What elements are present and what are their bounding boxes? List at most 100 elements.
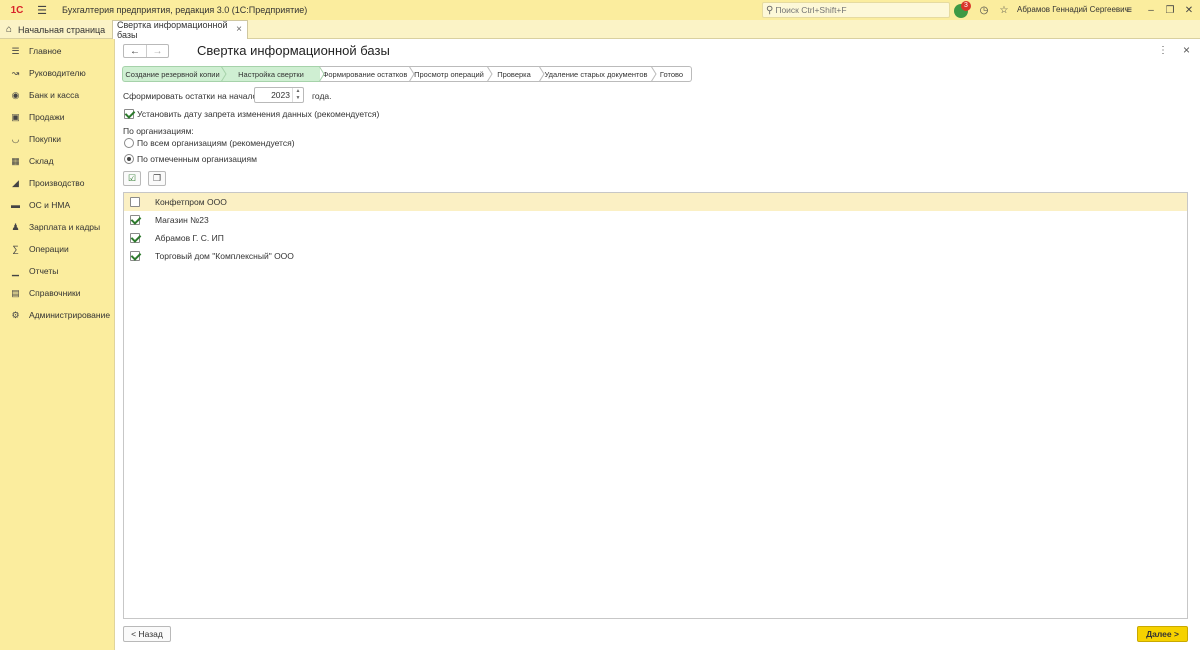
sidebar-item-bank[interactable]: ◉ Банк и касса [0,86,115,104]
factory-icon: ◢ [12,177,19,188]
org-name: Конфетпром ООО [155,197,227,207]
year-suffix: года. [312,91,332,101]
orgs-label: По организациям: [123,126,194,136]
chart-line-icon: ↝ [11,67,20,78]
logo-text: 1С [10,4,24,16]
tab-home[interactable]: ⌂ Начальная страница [0,20,112,39]
org-name: Магазин №23 [155,215,209,225]
sidebar-item-label: Главное [29,46,62,56]
book-icon: ▤ [11,287,20,298]
tab-fold-database[interactable]: Свертка информационной базы × [112,20,248,40]
search-box[interactable]: ⚲ [762,2,950,18]
balances-label: Сформировать остатки на начало [123,91,258,101]
org-checkbox[interactable] [130,251,140,261]
sidebar-item-label: ОС и НМА [29,200,71,210]
org-checkbox[interactable] [130,197,140,207]
gear-icon: ⚙ [11,309,20,320]
form-close-icon[interactable]: × [1183,43,1190,57]
check-all-button[interactable]: ☑ [123,171,141,186]
sidebar-item-fixed-assets[interactable]: ▬ ОС и НМА [0,196,115,214]
sidebar-item-label: Руководителю [29,68,86,78]
menu-lines-icon: ☰ [11,45,20,56]
step-separators [220,66,657,82]
close-window-icon[interactable]: ✕ [1182,3,1196,17]
home-icon: ⌂ [6,24,13,35]
notifications-badge: 3 [961,1,971,11]
organizations-list[interactable]: Конфетпром ООО Магазин №23 Абрамов Г. С.… [123,192,1188,619]
sidebar-item-warehouse[interactable]: ▦ Склад [0,152,115,170]
radio-all-orgs[interactable] [124,138,134,148]
year-value[interactable]: 2023 [255,88,293,102]
tab-home-label: Начальная страница [18,24,106,35]
list-item[interactable]: Абрамов Г. С. ИП [124,229,1187,247]
app-logo[interactable]: 1С [6,0,28,20]
list-item[interactable]: Магазин №23 [124,211,1187,229]
spin-up-icon[interactable]: ▲ [296,88,301,94]
radio-selected-label[interactable]: По отмеченным организациям [137,154,257,164]
sidebar-item-directories[interactable]: ▤ Справочники [0,284,115,302]
more-actions-icon[interactable]: ⋮ [1158,45,1168,56]
sidebar-item-label: Отчеты [29,266,59,276]
org-name: Абрамов Г. С. ИП [155,233,224,243]
truck-icon: ▬ [11,200,20,210]
radio-all-label[interactable]: По всем организациям (рекомендуется) [137,138,295,148]
minimize-icon[interactable]: – [1144,3,1158,17]
list-item[interactable]: Конфетпром ООО [124,193,1187,211]
favorites-star-icon[interactable]: ☆ [997,3,1011,17]
sidebar: ☰ Главное ↝ Руководителю ◉ Банк и касса … [0,39,115,650]
notifications-button[interactable]: 3 [954,1,971,18]
sidebar-item-label: Справочники [29,288,81,298]
sidebar-item-manager[interactable]: ↝ Руководителю [0,64,115,82]
person-icon: ♟ [11,221,20,232]
sidebar-item-main[interactable]: ☰ Главное [0,42,115,60]
sidebar-item-label: Покупки [29,134,61,144]
user-name[interactable]: Абрамов Геннадий Сергеевич [1017,0,1129,20]
check-all-icon: ☑ [127,173,137,183]
search-icon: ⚲ [766,4,774,16]
sidebar-item-label: Банк и касса [29,90,80,100]
sidebar-item-production[interactable]: ◢ Производство [0,174,115,192]
org-checkbox[interactable] [130,215,140,225]
sidebar-item-label: Операции [29,244,69,254]
back-arrow-icon[interactable]: ← [124,45,146,57]
history-icon[interactable]: ◷ [977,3,991,17]
spin-down-icon[interactable]: ▼ [296,95,301,101]
tab-close-icon[interactable]: × [236,24,242,35]
restore-icon[interactable]: ❐ [1163,3,1177,17]
lock-date-label[interactable]: Установить дату запрета изменения данных… [137,109,379,119]
sidebar-item-purchases[interactable]: ◡ Покупки [0,130,115,148]
search-input[interactable] [775,5,936,15]
sidebar-item-label: Производство [29,178,85,188]
sidebar-item-sales[interactable]: ▣ Продажи [0,108,115,126]
tab-active-label: Свертка информационной базы [117,20,228,40]
sidebar-item-operations[interactable]: ∑ Операции [0,240,115,258]
sidebar-item-administration[interactable]: ⚙ Администрирование [0,306,115,324]
radio-selected-orgs[interactable] [124,154,134,164]
operations-icon: ∑ [12,244,19,254]
form-title: Свертка информационной базы [197,43,390,58]
app-title: Бухгалтерия предприятия, редакция 3.0 (1… [62,5,308,15]
lock-date-checkbox[interactable] [124,109,134,119]
bar-chart-icon: ▁ [12,265,19,276]
org-name: Торговый дом "Комплексный" ООО [155,251,294,261]
sidebar-item-label: Администрирование [29,310,111,320]
main-menu-icon[interactable]: ☰ [32,0,52,20]
back-button[interactable]: < Назад [123,626,171,642]
uncheck-all-button[interactable]: ❐ [148,171,166,186]
title-bar: 1С ☰ Бухгалтерия предприятия, редакция 3… [0,0,1200,20]
year-spinner[interactable]: ▲ ▼ [292,88,303,102]
forward-arrow-icon[interactable]: → [146,45,168,57]
list-item[interactable]: Торговый дом "Комплексный" ООО [124,247,1187,265]
sidebar-item-salary[interactable]: ♟ Зарплата и кадры [0,218,115,236]
tabs-bar: ⌂ Начальная страница Свертка информацион… [0,20,1200,40]
uncheck-all-icon: ❐ [152,173,162,183]
org-checkbox[interactable] [130,233,140,243]
settings-menu-icon[interactable]: ≡ [1122,3,1136,17]
sidebar-item-reports[interactable]: ▁ Отчеты [0,262,115,280]
year-field[interactable]: 2023 ▲ ▼ [254,87,304,103]
warehouse-icon: ▦ [11,155,20,166]
next-button[interactable]: Далее > [1137,626,1188,642]
form-area: ← → Свертка информационной базы ⋮ × Созд… [116,39,1200,650]
briefcase-icon: ▣ [11,111,20,122]
sidebar-item-label: Склад [29,156,54,166]
